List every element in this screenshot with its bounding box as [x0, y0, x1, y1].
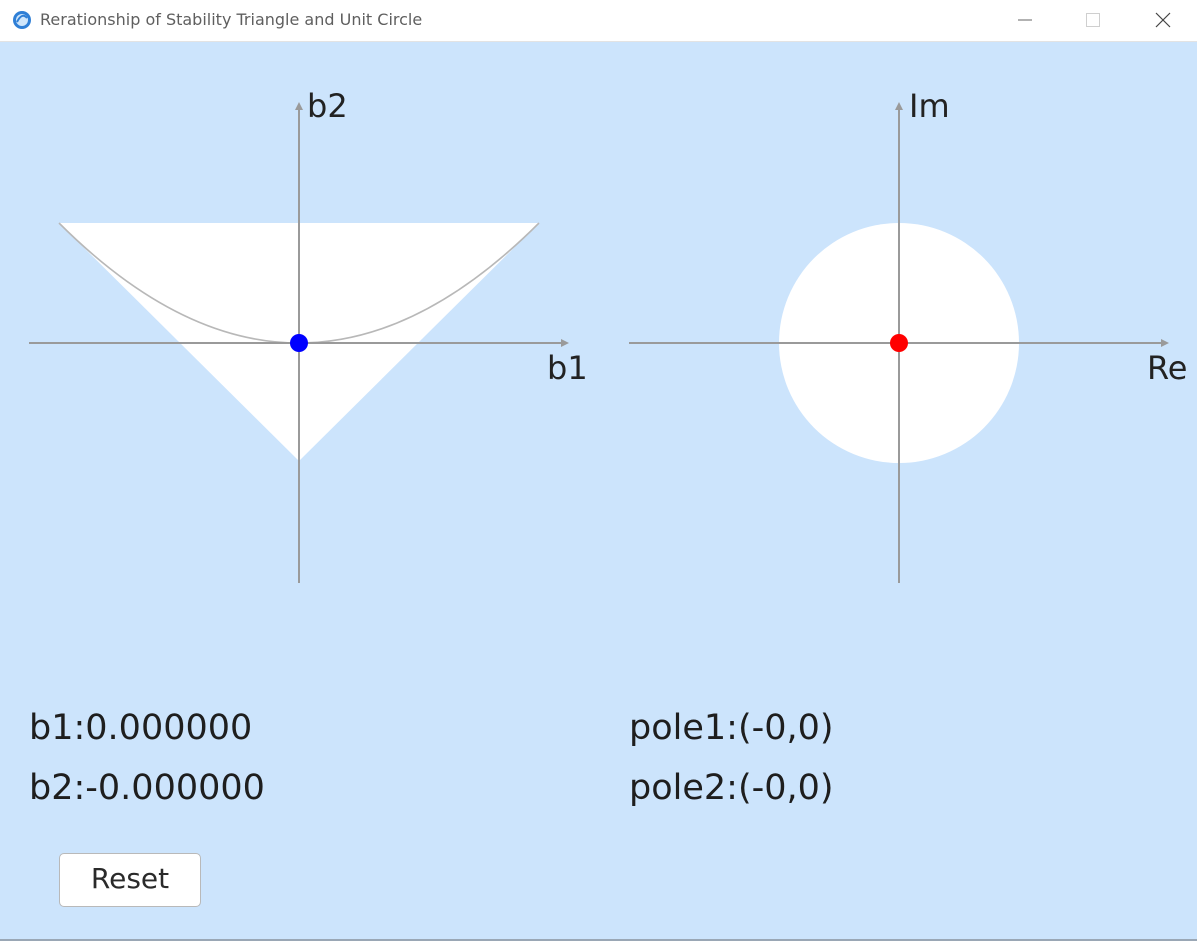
pole-point[interactable] — [890, 334, 908, 352]
b2-axis-arrow-icon — [295, 102, 303, 110]
close-button[interactable] — [1128, 0, 1197, 40]
minimize-button[interactable] — [990, 0, 1060, 40]
unit-circle-plot: Im Re — [629, 87, 1187, 583]
b1-axis-label: b1 — [547, 349, 588, 387]
im-axis-arrow-icon — [895, 102, 903, 110]
b1-readout: b1:0.000000 — [29, 708, 253, 748]
re-axis-arrow-icon — [1161, 339, 1169, 347]
b2-readout: b2:-0.000000 — [29, 768, 265, 808]
reset-button[interactable]: Reset — [59, 853, 201, 907]
b2-axis-label: b2 — [307, 87, 348, 125]
maximize-icon — [1086, 13, 1100, 27]
coefficient-point[interactable] — [290, 334, 308, 352]
pole2-readout: pole2:(-0,0) — [629, 768, 834, 808]
close-icon — [1155, 12, 1171, 28]
minimize-icon — [1018, 19, 1032, 21]
window-title: Rerationship of Stability Triangle and U… — [40, 10, 423, 29]
plot-area: b2 b1 Im Re — [29, 87, 1187, 583]
pole1-readout: pole1:(-0,0) — [629, 708, 834, 748]
im-axis-label: Im — [909, 87, 950, 125]
app-window: Rerationship of Stability Triangle and U… — [0, 0, 1197, 941]
app-icon — [13, 11, 31, 29]
maximize-button[interactable] — [1058, 0, 1128, 40]
b1-axis-arrow-icon — [561, 339, 569, 347]
title-bar[interactable]: Rerationship of Stability Triangle and U… — [0, 0, 1197, 42]
re-axis-label: Re — [1147, 349, 1187, 387]
stability-triangle-plot: b2 b1 — [29, 87, 588, 583]
